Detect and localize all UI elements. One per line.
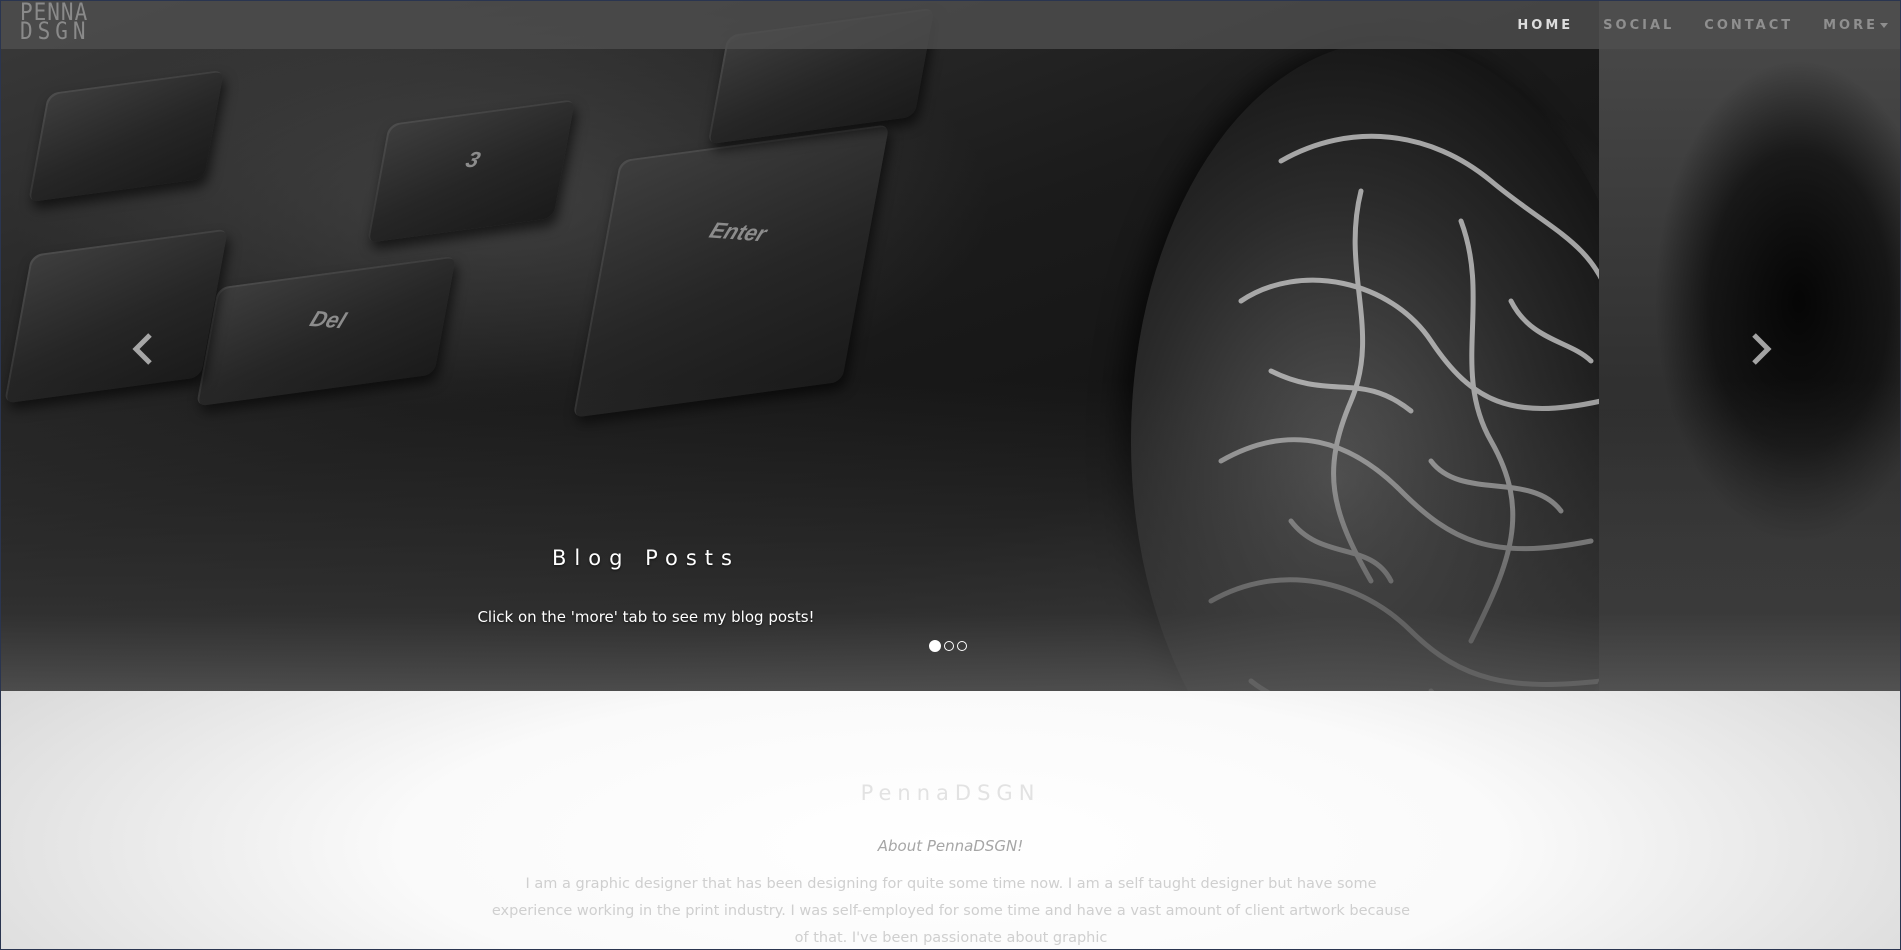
keycap-label: 3 [462,146,485,173]
carousel-indicator-3[interactable] [957,641,967,651]
nav-more-dropdown[interactable]: MORE [1807,18,1900,33]
carousel-indicator-1[interactable] [929,640,941,652]
navbar: PENNA DSGN HOME SOCIAL CONTACT MORE [1,1,1900,49]
brand-line-2: DSGN [20,17,91,45]
chevron-left-icon [132,333,152,365]
nav-links: HOME SOCIAL CONTACT MORE [1503,1,1900,49]
keycap-label: Enter [705,217,771,247]
nav-social[interactable]: SOCIAL [1587,18,1688,33]
keycap [27,69,225,203]
about-section: PennaDSGN About PennaDSGN! I am a graphi… [1,691,1900,949]
nav-contact[interactable]: CONTACT [1688,18,1807,33]
hero-carousel: 3 Enter Del Blog Posts Click on the 'mor… [1,1,1900,691]
chevron-right-icon [1752,333,1772,365]
carousel-prev-button[interactable] [128,329,158,369]
page-frame: 3 Enter Del Blog Posts Click on the 'mor… [0,0,1901,950]
keycap-label: Del [306,305,350,334]
keycap-3: 3 [366,99,576,243]
carousel-indicator-2[interactable] [944,641,954,651]
about-text: I am a graphic designer that has been de… [491,876,1411,946]
carousel-caption: Blog Posts Click on the 'more' tab to se… [346,546,946,626]
carousel-indicators [929,640,967,652]
mouse-image [1131,41,1651,691]
nav-social-label: SOCIAL [1603,17,1675,33]
mouse-pattern [1208,133,1614,691]
keycap [3,228,229,404]
keycap-enter: Enter [572,124,890,418]
caret-down-icon [1880,22,1888,28]
about-subtitle: About PennaDSGN! [877,837,1024,855]
caption-title: Blog Posts [552,546,740,570]
carousel-next-button[interactable] [1746,329,1776,369]
nav-home-label: HOME [1517,17,1574,33]
caption-text: Click on the 'more' tab to see my blog p… [477,608,815,626]
nav-home[interactable]: HOME [1503,18,1587,33]
about-title: PennaDSGN [860,781,1041,805]
nav-more-label: MORE [1823,17,1878,33]
keycap-del: Del [195,255,457,407]
nav-contact-label: CONTACT [1704,17,1794,33]
brand-logo[interactable]: PENNA DSGN [20,1,92,45]
